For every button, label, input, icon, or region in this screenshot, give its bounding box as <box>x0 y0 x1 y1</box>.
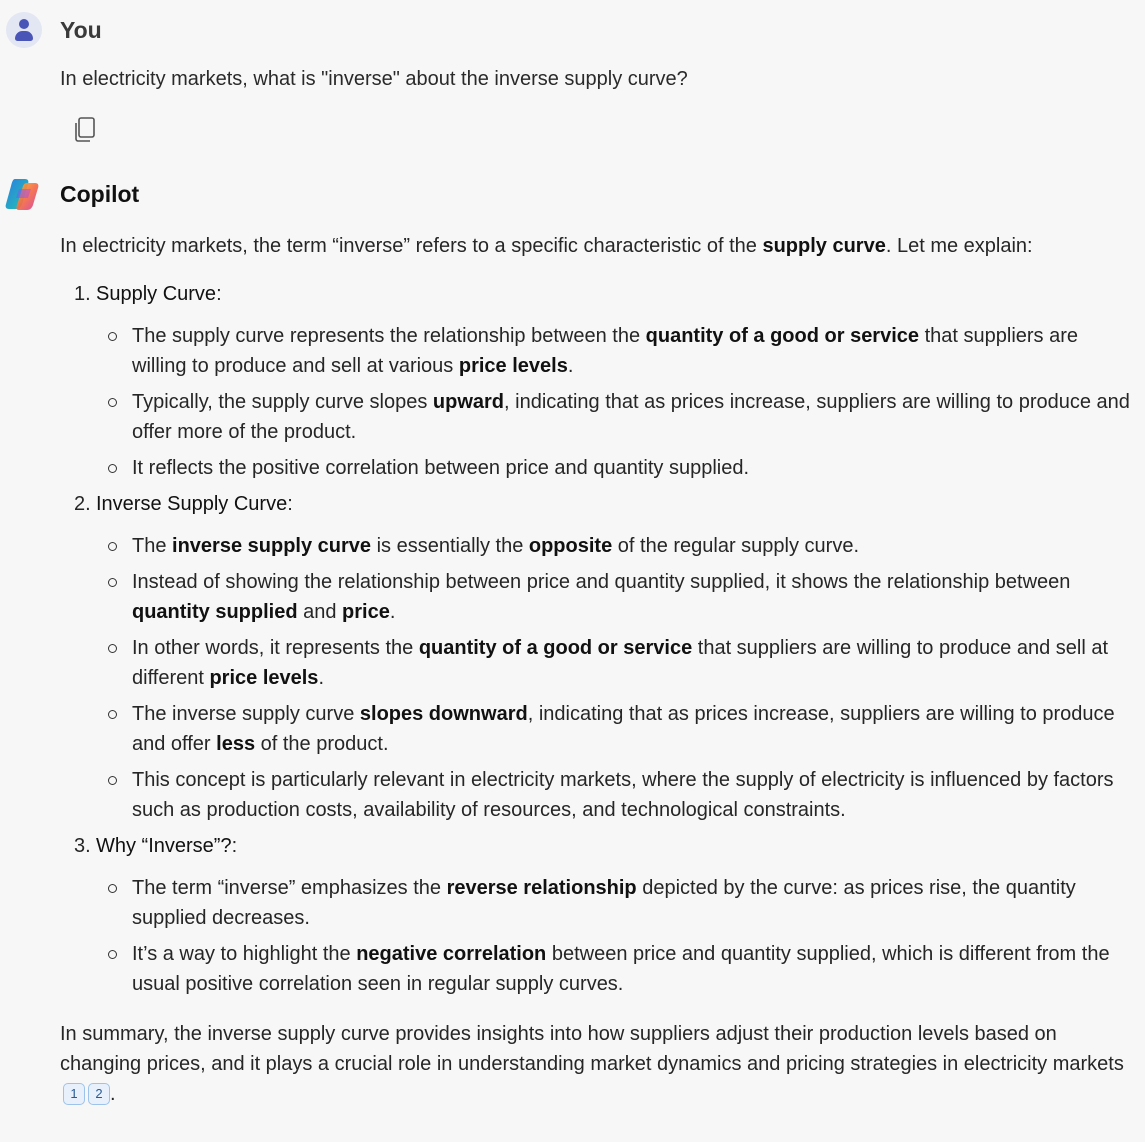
text-run: The <box>132 535 173 557</box>
text-run: . <box>318 667 324 689</box>
copy-icon <box>75 117 95 142</box>
avatar-head <box>19 19 29 29</box>
section-bullets: The supply curve represents the relation… <box>96 321 1135 483</box>
bullet-item: The supply curve represents the relation… <box>96 321 1135 381</box>
bold-text: price levels <box>458 355 568 377</box>
user-avatar <box>6 12 42 48</box>
text-run: and <box>297 601 343 623</box>
text-run: of the regular supply curve. <box>612 535 860 557</box>
text-run: . <box>389 601 396 623</box>
answer-section: 3. Why “Inverse”?: The term “inverse” emph… <box>60 831 1135 999</box>
bullet-item: The term “inverse” emphasizes the revers… <box>96 873 1135 933</box>
copy-button[interactable] <box>72 116 98 144</box>
section-number: 2. <box>74 493 91 515</box>
copilot-name: Copilot <box>60 181 140 207</box>
text-run: In electricity markets, the term “invers… <box>60 235 763 257</box>
bold-text: supply curve <box>762 235 886 257</box>
text-run: Typically, the supply curve slopes <box>132 391 433 413</box>
section-title: Supply Curve: <box>96 279 1135 309</box>
bold-text: less <box>216 733 256 755</box>
bold-text: slopes downward <box>359 703 528 725</box>
bold-text: quantity of a good or service <box>418 637 693 659</box>
bold-text: negative correlation <box>356 943 547 965</box>
text-run: The inverse supply curve <box>132 703 360 725</box>
text-run: It’s a way to highlight the <box>132 943 357 965</box>
bold-text: quantity of a good or service <box>645 325 920 347</box>
bold-text: opposite <box>528 535 613 557</box>
section-number: 3. <box>74 835 91 857</box>
bullet-item: Instead of showing the relationship betw… <box>96 567 1135 627</box>
bold-text: price levels <box>209 667 319 689</box>
user-name: You <box>60 17 102 43</box>
bullet-item: The inverse supply curve slopes downward… <box>96 699 1135 759</box>
section-title-text: Inverse Supply Curve <box>96 493 288 515</box>
citation-badge[interactable]: 2 <box>88 1083 110 1105</box>
section-title-suffix: : <box>231 835 238 857</box>
section-title-text: Supply Curve <box>96 283 217 305</box>
section-title: Inverse Supply Curve: <box>96 489 1135 519</box>
text-run: . Let me explain: <box>885 235 1033 257</box>
section-title: Why “Inverse”?: <box>96 831 1135 861</box>
bold-text: upward <box>432 391 505 413</box>
bullet-item: This concept is particularly relevant in… <box>96 765 1135 825</box>
text-run: . <box>567 355 574 377</box>
text-run: This concept is particularly relevant in… <box>132 769 1114 821</box>
citations: 12 <box>60 1083 110 1105</box>
text-run: In other words, it represents the <box>132 637 419 659</box>
answer-intro: In electricity markets, the term “invers… <box>60 231 1135 261</box>
copilot-logo <box>5 179 39 210</box>
answer-summary: In summary, the inverse supply curve pro… <box>60 1019 1135 1109</box>
bold-text: inverse supply curve <box>172 535 372 557</box>
bold-text: price <box>342 601 390 623</box>
bullet-item: It reflects the positive correlation bet… <box>96 453 1135 483</box>
summary-end: . <box>110 1083 116 1105</box>
bold-text: quantity supplied <box>132 601 298 623</box>
answer-section: 2. Inverse Supply Curve: The inverse suppl… <box>60 489 1135 825</box>
bullet-item: Typically, the supply curve slopes upwar… <box>96 387 1135 447</box>
citation-badge[interactable]: 1 <box>63 1083 85 1105</box>
section-bullets: The term “inverse” emphasizes the revers… <box>96 873 1135 999</box>
answer-section: 1. Supply Curve: The supply curve represen… <box>60 279 1135 483</box>
bullet-item: It’s a way to highlight the negative cor… <box>96 939 1135 999</box>
text-run: The supply curve represents the relation… <box>132 325 646 347</box>
text-run: is essentially the <box>371 535 529 557</box>
answer-sections: 1. Supply Curve: The supply curve represen… <box>60 279 1135 999</box>
section-number: 1. <box>74 283 91 305</box>
copilot-answer: In electricity markets, the term “invers… <box>60 231 1135 1109</box>
bullet-item: The inverse supply curve is essentially … <box>96 531 1135 561</box>
text-run: Instead of showing the relationship betw… <box>132 571 1071 593</box>
section-title-suffix: : <box>287 493 293 515</box>
avatar-body <box>15 31 33 41</box>
text-run: of the product. <box>255 733 389 755</box>
section-bullets: The inverse supply curve is essentially … <box>96 531 1135 825</box>
bold-text: reverse relationship <box>446 877 637 899</box>
text-run: It reflects the positive correlation bet… <box>132 457 750 479</box>
summary-text: In summary, the inverse supply curve pro… <box>60 1023 1124 1075</box>
section-title-suffix: : <box>216 283 222 305</box>
bullet-item: In other words, it represents the quanti… <box>96 633 1135 693</box>
section-title-text: Why “Inverse”? <box>96 835 232 857</box>
text-run: The term “inverse” emphasizes the <box>132 877 447 899</box>
user-message: In electricity markets, what is "inverse… <box>60 68 688 90</box>
